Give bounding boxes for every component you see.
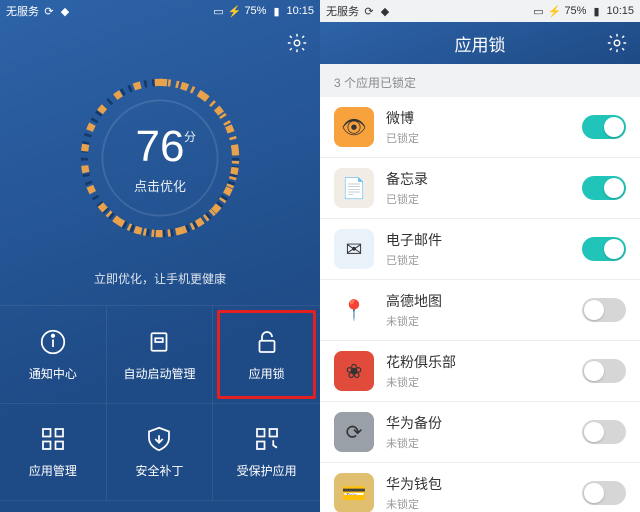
optimize-gauge[interactable]: 76 分 点击优化 — [70, 68, 250, 248]
shield-icon — [144, 424, 174, 454]
app-state: 未锁定 — [386, 313, 570, 329]
sync-icon: ⟳ — [363, 5, 375, 17]
lock-toggle[interactable] — [582, 359, 626, 383]
app-name: 备忘录 — [386, 169, 570, 189]
app-state: 未锁定 — [386, 496, 570, 512]
app-icon: ⟳ — [334, 412, 374, 452]
lock-icon — [252, 327, 282, 357]
list-item: ❀ 花粉俱乐部未锁定 — [320, 341, 640, 402]
battery-icon: ▮ — [590, 5, 602, 17]
lock-toggle[interactable] — [582, 481, 626, 505]
clock: 10:15 — [286, 5, 314, 17]
app-name: 华为备份 — [386, 413, 570, 433]
app-text: 备忘录已锁定 — [386, 169, 570, 207]
cell-protected-apps[interactable]: 受保护应用 — [213, 404, 320, 502]
app-icon: 💳 — [334, 473, 374, 512]
app-state: 已锁定 — [386, 130, 570, 146]
app-icon: 📄 — [334, 168, 374, 208]
cell-app-lock[interactable]: 应用锁 — [213, 306, 320, 404]
slogan-text: 立即优化，让手机更健康 — [0, 270, 320, 287]
app-text: 华为备份未锁定 — [386, 413, 570, 451]
phone-manager-screen: 无服务 ⟳ ◆ ▭ ⚡ 75% ▮ 10:15 — [0, 0, 320, 512]
feature-grid: 通知中心 自动启动管理 应用锁 应用管理 安全补丁 受保护应用 — [0, 305, 320, 501]
battery-icon: ▮ — [270, 5, 282, 17]
app-name: 微博 — [386, 108, 570, 128]
cell-notifications[interactable]: 通知中心 — [0, 306, 107, 404]
app-text: 华为钱包未锁定 — [386, 474, 570, 512]
app-text: 花粉俱乐部未锁定 — [386, 352, 570, 390]
status-bar: 无服务 ⟳ ◆ ▭ ⚡ 75% ▮ 10:15 — [0, 0, 320, 22]
cell-label: 安全补丁 — [135, 462, 183, 479]
status-bar: 无服务 ⟳ ◆ ▭ ⚡ 75% ▮ 10:15 — [320, 0, 640, 22]
gps-icon: ◆ — [379, 5, 391, 17]
cell-autostart[interactable]: 自动启动管理 — [107, 306, 214, 404]
carrier-text: 无服务 — [6, 3, 39, 19]
cell-label: 通知中心 — [29, 365, 77, 382]
list-item: 📍 高德地图未锁定 — [320, 280, 640, 341]
charge-icon: ⚡ — [228, 5, 240, 17]
score-number: 76 — [70, 122, 250, 172]
app-text: 微博已锁定 — [386, 108, 570, 146]
cell-label: 自动启动管理 — [123, 365, 195, 382]
app-icon: ❀ — [334, 351, 374, 391]
app-name: 电子邮件 — [386, 230, 570, 250]
battery-pct: 75% — [564, 5, 586, 17]
app-name: 华为钱包 — [386, 474, 570, 494]
battery-pct: 75% — [244, 5, 266, 17]
bell-icon — [38, 327, 68, 357]
lock-toggle[interactable] — [582, 115, 626, 139]
protected-icon — [252, 424, 282, 454]
carrier-text: 无服务 — [326, 3, 359, 19]
list-item: ⟳ 华为备份未锁定 — [320, 402, 640, 463]
app-name: 高德地图 — [386, 291, 570, 311]
app-state: 已锁定 — [386, 191, 570, 207]
lock-toggle[interactable] — [582, 298, 626, 322]
cell-label: 受保护应用 — [237, 462, 297, 479]
settings-button[interactable] — [286, 32, 308, 54]
app-state: 未锁定 — [386, 374, 570, 390]
vibrate-icon: ▭ — [212, 5, 224, 17]
sync-icon: ⟳ — [43, 5, 55, 17]
score-unit: 分 — [184, 128, 196, 145]
gps-icon: ◆ — [59, 5, 71, 17]
app-icon: ✉ — [334, 229, 374, 269]
app-lock-screen: 无服务 ⟳ ◆ ▭ ⚡ 75% ▮ 10:15 应用锁 3 个应用已锁定 👁 微博… — [320, 0, 640, 512]
app-icon: 👁 — [334, 107, 374, 147]
app-icon: 📍 — [334, 290, 374, 330]
settings-button[interactable] — [606, 32, 628, 54]
locked-count: 3 个应用已锁定 — [320, 64, 640, 97]
apps-icon — [38, 424, 68, 454]
cell-label: 应用管理 — [29, 462, 77, 479]
list-item: 👁 微博已锁定 — [320, 97, 640, 158]
list-item: 📄 备忘录已锁定 — [320, 158, 640, 219]
tap-optimize-label: 点击优化 — [70, 176, 250, 195]
cell-app-mgmt[interactable]: 应用管理 — [0, 404, 107, 502]
app-list: 👁微博已锁定📄备忘录已锁定✉电子邮件已锁定📍高德地图未锁定❀花粉俱乐部未锁定⟳华… — [320, 97, 640, 512]
left-header — [0, 22, 320, 64]
page-title: 应用锁 — [455, 31, 506, 56]
app-name: 花粉俱乐部 — [386, 352, 570, 372]
lock-toggle[interactable] — [582, 237, 626, 261]
autostart-icon — [144, 327, 174, 357]
app-state: 未锁定 — [386, 435, 570, 451]
app-state: 已锁定 — [386, 252, 570, 268]
lock-toggle[interactable] — [582, 420, 626, 444]
vibrate-icon: ▭ — [532, 5, 544, 17]
list-item: 💳 华为钱包未锁定 — [320, 463, 640, 512]
app-text: 高德地图未锁定 — [386, 291, 570, 329]
cell-security-patch[interactable]: 安全补丁 — [107, 404, 214, 502]
lock-toggle[interactable] — [582, 176, 626, 200]
list-item: ✉ 电子邮件已锁定 — [320, 219, 640, 280]
cell-label: 应用锁 — [249, 365, 285, 382]
charge-icon: ⚡ — [548, 5, 560, 17]
app-text: 电子邮件已锁定 — [386, 230, 570, 268]
right-header: 应用锁 — [320, 22, 640, 64]
clock: 10:15 — [606, 5, 634, 17]
